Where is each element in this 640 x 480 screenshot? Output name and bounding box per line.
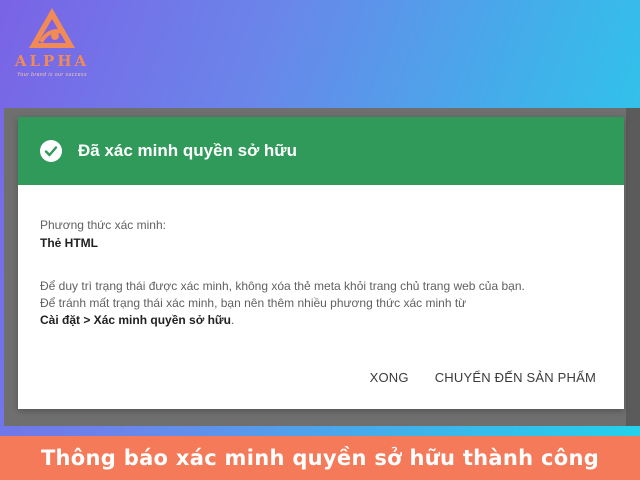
alpha-logo-icon [29, 8, 75, 48]
caption-banner: Thông báo xác minh quyền sở hữu thành cô… [0, 436, 640, 480]
check-circle-icon [40, 140, 62, 162]
dialog-header: Đã xác minh quyền sở hữu [18, 117, 624, 185]
backdrop-edge [626, 108, 640, 426]
done-button[interactable]: XONG [370, 370, 409, 385]
info-text: Để duy trì trạng thái được xác minh, khô… [40, 278, 602, 329]
dialog-body: Phương thức xác minh: Thẻ HTML Để duy tr… [18, 185, 624, 329]
caption-text: Thông báo xác minh quyền sở hữu thành cô… [40, 446, 600, 470]
method-label: Phương thức xác minh: [40, 218, 166, 232]
method-value: Thẻ HTML [40, 236, 98, 250]
verification-dialog: Đã xác minh quyền sở hữu Phương thức xác… [18, 117, 624, 409]
logo-tagline: Your brand is our success [16, 72, 88, 78]
go-to-product-button[interactable]: CHUYỂN ĐẾN SẢN PHẨM [435, 370, 596, 385]
dialog-actions: XONG CHUYỂN ĐẾN SẢN PHẨM [370, 370, 596, 385]
settings-path: Cài đặt > Xác minh quyền sở hữu [40, 313, 231, 327]
info-line-1: Để duy trì trạng thái được xác minh, khô… [40, 279, 525, 293]
info-line-3: Cài đặt > Xác minh quyền sở hữu. [40, 312, 602, 329]
info-line-2: Để tránh mất trạng thái xác minh, bạn nê… [40, 296, 467, 310]
brand-logo: ALPHA Your brand is our success [6, 6, 98, 88]
dialog-title: Đã xác minh quyền sở hữu [78, 141, 297, 160]
logo-name: ALPHA [14, 52, 90, 70]
settings-path-suffix: . [230, 313, 235, 327]
